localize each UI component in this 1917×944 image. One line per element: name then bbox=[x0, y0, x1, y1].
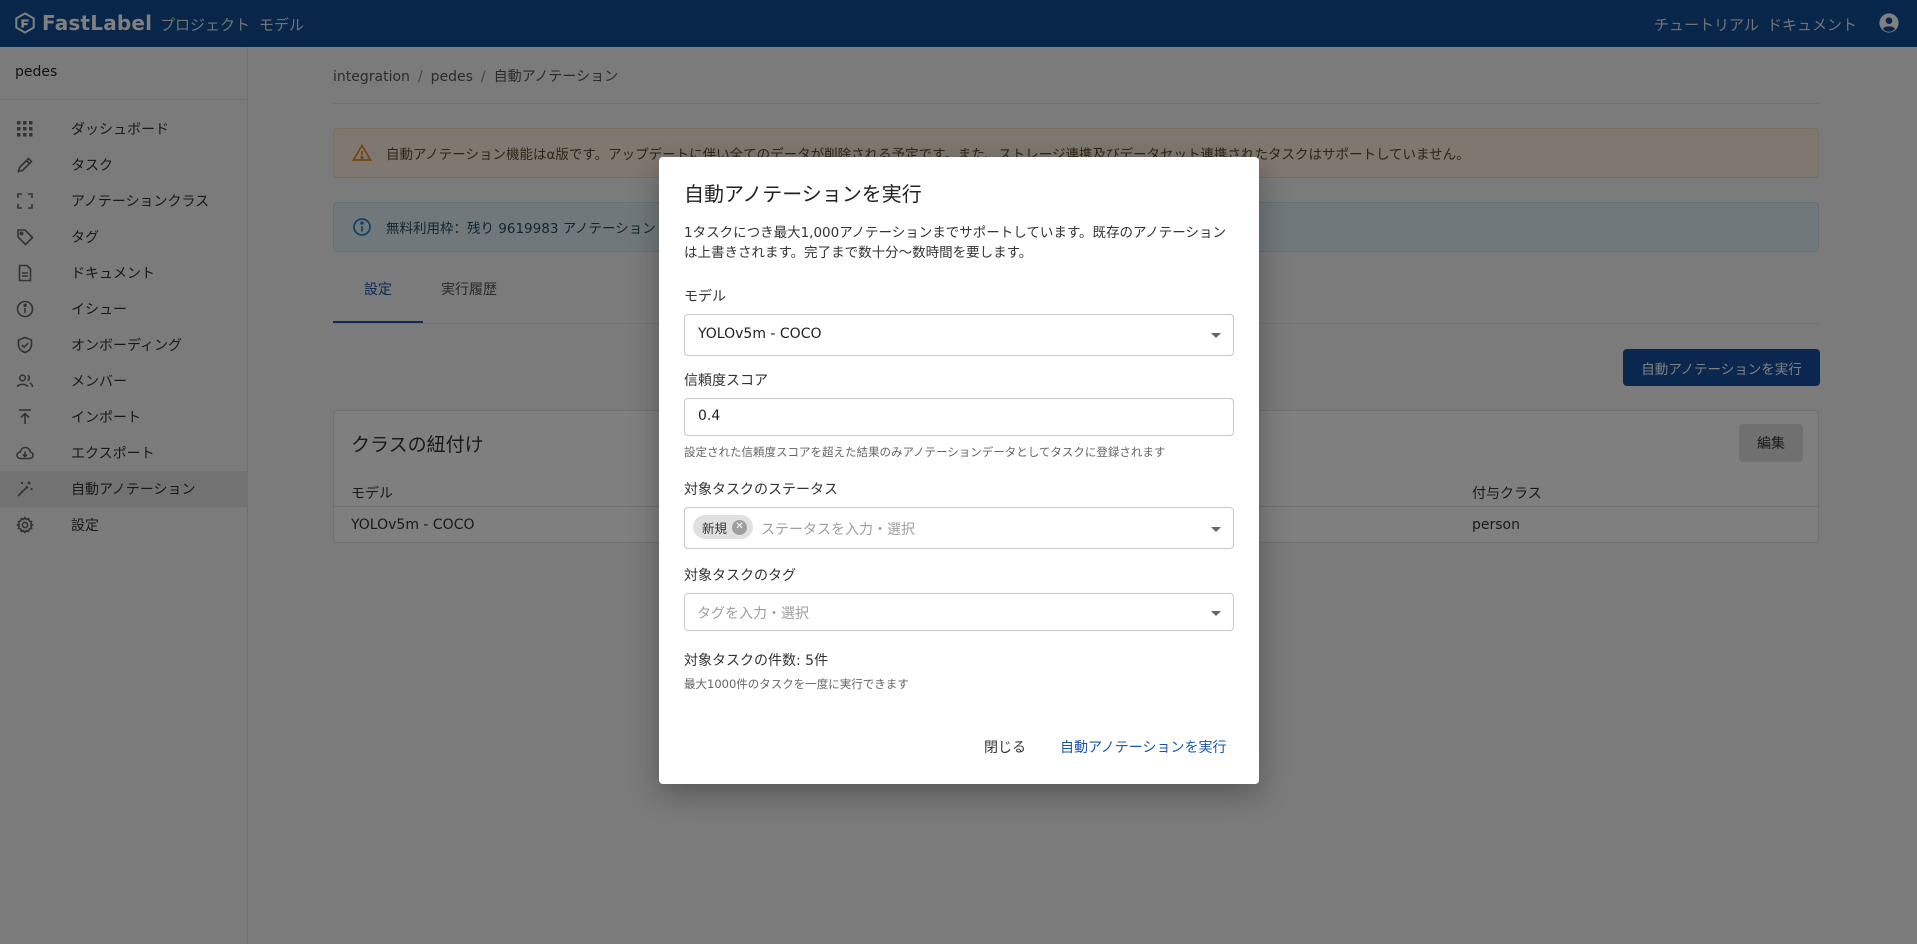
status-chip: 新規 ✕ bbox=[693, 515, 754, 539]
chip-delete-icon[interactable]: ✕ bbox=[732, 519, 748, 535]
task-count: 対象タスクの件数: 5件 bbox=[684, 653, 829, 669]
chevron-down-icon bbox=[1211, 333, 1221, 338]
chevron-down-icon bbox=[1211, 611, 1221, 616]
status-chip-label: 新規 bbox=[702, 520, 728, 536]
chevron-down-icon bbox=[1211, 527, 1221, 532]
score-value: 0.4 bbox=[698, 408, 721, 424]
status-select[interactable]: 新規 ✕ ステータスを入力・選択 bbox=[684, 507, 1234, 549]
tag-label: 対象タスクのタグ bbox=[684, 568, 796, 584]
close-button[interactable]: 閉じる bbox=[984, 737, 1026, 757]
status-label: 対象タスクのステータス bbox=[684, 482, 838, 498]
dialog-description: 1タスクにつき最大1,000アノテーションまでサポートしています。既存のアノテー… bbox=[684, 225, 1227, 261]
model-label: モデル bbox=[684, 289, 726, 305]
dialog-title: 自動アノテーションを実行 bbox=[684, 182, 922, 206]
auto-annotation-dialog: 自動アノテーションを実行 1タスクにつき最大1,000アノテーションまでサポート… bbox=[659, 157, 1259, 784]
score-input[interactable]: 0.4 bbox=[684, 398, 1234, 436]
score-helper-text: 設定された信頼度スコアを超えた結果のみアノテーションデータとしてタスクに登録され… bbox=[684, 445, 1166, 459]
score-label: 信頼度スコア bbox=[684, 373, 768, 389]
status-placeholder: ステータスを入力・選択 bbox=[761, 522, 915, 538]
model-select[interactable]: YOLOv5m - COCO bbox=[684, 314, 1234, 356]
tag-select[interactable]: タグを入力・選択 bbox=[684, 593, 1234, 631]
tag-placeholder: タグを入力・選択 bbox=[697, 606, 809, 622]
run-button[interactable]: 自動アノテーションを実行 bbox=[1060, 737, 1226, 757]
task-count-helper: 最大1000件のタスクを一度に実行できます bbox=[684, 677, 909, 691]
model-select-value: YOLOv5m - COCO bbox=[698, 326, 822, 342]
